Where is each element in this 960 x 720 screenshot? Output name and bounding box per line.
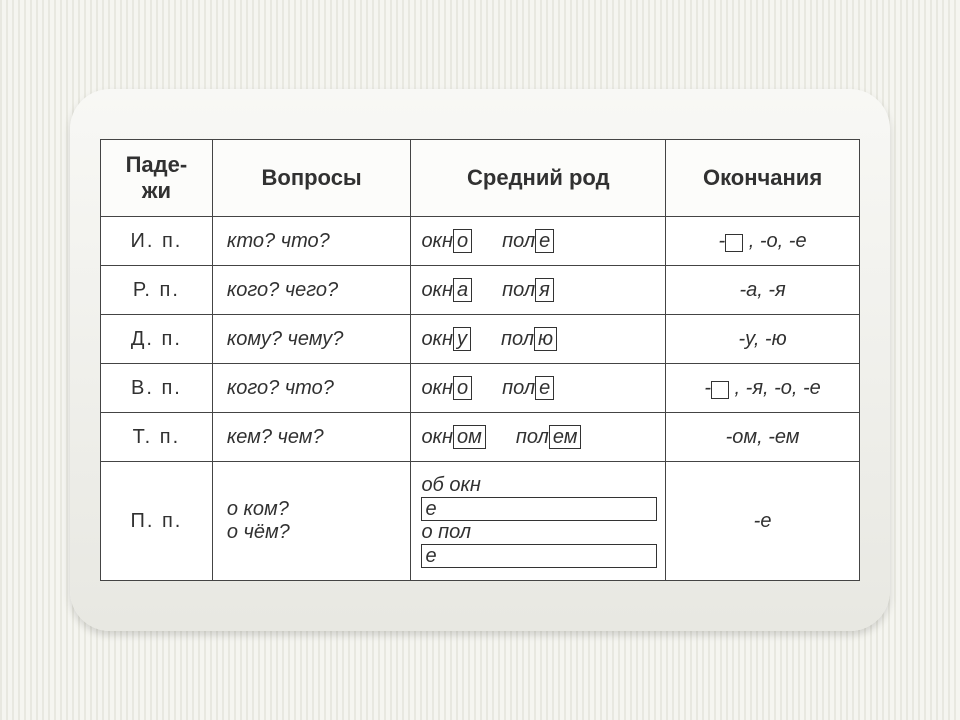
question-cell: о ком?о чём? (212, 462, 411, 581)
case-cell: Д. п. (101, 315, 213, 364)
header-endings: Окончания (666, 140, 860, 217)
header-row: Паде-жи Вопросы Средний род Окончания (101, 140, 860, 217)
ending-box: е (535, 229, 554, 253)
example-cell: окнуполю (411, 315, 666, 364)
endings-cell: -а, -я (666, 266, 860, 315)
example-cell: окнополе (411, 217, 666, 266)
question-cell: кем? чем? (212, 413, 411, 462)
ending-box: е (535, 376, 554, 400)
ending-box: ю (534, 327, 557, 351)
case-cell: И. п. (101, 217, 213, 266)
endings-cell: -ом, -ем (666, 413, 860, 462)
empty-ending-box (725, 234, 743, 252)
example-cell: окномполем (411, 413, 666, 462)
example-cell: об окнео поле (411, 462, 666, 581)
case-cell: Т. п. (101, 413, 213, 462)
example-cell: окнаполя (411, 266, 666, 315)
table-row: П. п.о ком?о чём?об окнео поле-е (101, 462, 860, 581)
empty-ending-box (711, 381, 729, 399)
header-gender: Средний род (411, 140, 666, 217)
table-row: В. п.кого? что?окнополе- , -я, -о, -е (101, 364, 860, 413)
question-cell: кто? что? (212, 217, 411, 266)
endings-cell: -у, -ю (666, 315, 860, 364)
question-cell: кого? чего? (212, 266, 411, 315)
example-cell: окнополе (411, 364, 666, 413)
cases-table: Паде-жи Вопросы Средний род Окончания И.… (100, 139, 860, 581)
table-row: Т. п.кем? чем?окномполем-ом, -ем (101, 413, 860, 462)
table-body: И. п.кто? что?окнополе- , -о, -еР. п.ког… (101, 217, 860, 581)
ending-box: о (453, 376, 472, 400)
ending-box: о (453, 229, 472, 253)
endings-cell: - , -о, -е (666, 217, 860, 266)
ending-box: ом (453, 425, 486, 449)
header-questions: Вопросы (212, 140, 411, 217)
ending-box: ем (549, 425, 582, 449)
ending-box: а (453, 278, 472, 302)
header-cases: Паде-жи (101, 140, 213, 217)
case-cell: В. п. (101, 364, 213, 413)
question-cell: кому? чему? (212, 315, 411, 364)
case-cell: П. п. (101, 462, 213, 581)
question-cell: кого? что? (212, 364, 411, 413)
ending-box: у (453, 327, 471, 351)
ending-box: я (535, 278, 554, 302)
ending-box: е (421, 544, 657, 568)
table-row: И. п.кто? что?окнополе- , -о, -е (101, 217, 860, 266)
table-row: Р. п.кого? чего?окнаполя-а, -я (101, 266, 860, 315)
endings-cell: -е (666, 462, 860, 581)
table-card: Паде-жи Вопросы Средний род Окончания И.… (70, 89, 890, 631)
table-row: Д. п.кому? чему?окнуполю-у, -ю (101, 315, 860, 364)
case-cell: Р. п. (101, 266, 213, 315)
endings-cell: - , -я, -о, -е (666, 364, 860, 413)
ending-box: е (421, 497, 657, 521)
